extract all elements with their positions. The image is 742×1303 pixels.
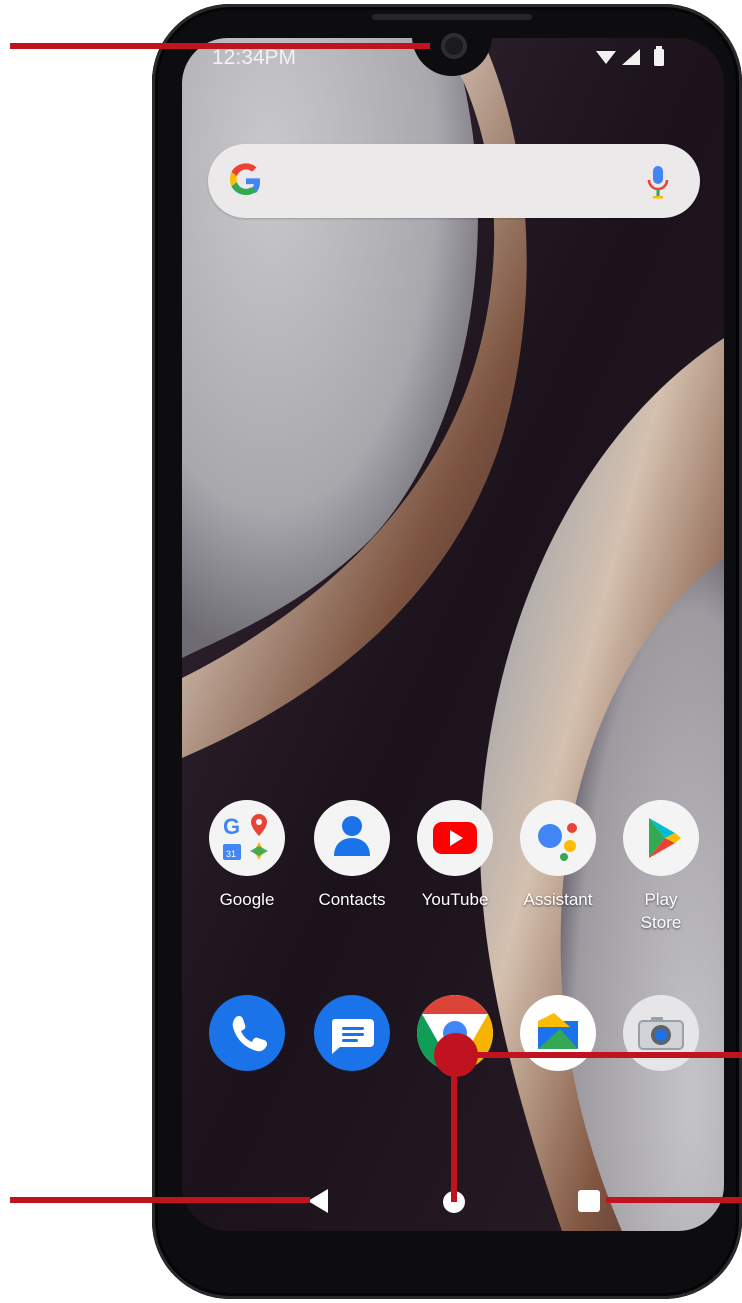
app-contacts[interactable]: Contacts	[302, 800, 402, 911]
status-time: 12:34PM	[212, 46, 297, 69]
google-g-icon	[230, 163, 260, 195]
front-camera	[441, 33, 467, 59]
callout-dot-home	[434, 1033, 478, 1077]
phone-icon	[209, 995, 285, 1071]
svg-text:31: 31	[226, 849, 236, 859]
contacts-icon	[314, 800, 390, 876]
app-label: Google	[219, 890, 275, 909]
app-label: Play Store	[640, 890, 682, 932]
callout-line-back	[10, 1197, 310, 1203]
wifi-icon	[596, 51, 616, 64]
signal-icon	[622, 49, 640, 65]
dock-camera[interactable]	[611, 995, 711, 1071]
callout-line-home-horizontal	[456, 1052, 742, 1058]
battery-icon	[654, 49, 664, 66]
dock-messages[interactable]	[302, 995, 402, 1071]
app-play-store[interactable]: Play Store	[611, 800, 711, 934]
google-folder-icon: G 31	[209, 800, 285, 876]
callout-line-recents	[606, 1197, 742, 1203]
camera-icon	[623, 995, 699, 1071]
app-google-folder[interactable]: G 31 Google	[197, 800, 297, 911]
mic-icon[interactable]	[644, 164, 672, 200]
assistant-icon	[520, 800, 596, 876]
app-label: Assistant	[523, 890, 593, 909]
dock-phone[interactable]	[197, 995, 297, 1071]
app-assistant[interactable]: Assistant	[508, 800, 608, 911]
google-search-bar[interactable]	[208, 144, 700, 218]
callout-line-camera	[10, 43, 430, 49]
messages-icon	[314, 995, 390, 1071]
app-youtube[interactable]: YouTube	[405, 800, 505, 911]
files-icon	[520, 995, 596, 1071]
app-label: YouTube	[421, 890, 489, 909]
youtube-icon	[417, 800, 493, 876]
earpiece-speaker	[372, 14, 532, 20]
app-label: Contacts	[318, 890, 386, 909]
recents-icon[interactable]	[578, 1190, 600, 1212]
play-store-icon	[623, 800, 699, 876]
status-icons	[596, 46, 664, 66]
svg-text:G: G	[223, 814, 240, 839]
dock-files[interactable]	[508, 995, 608, 1071]
